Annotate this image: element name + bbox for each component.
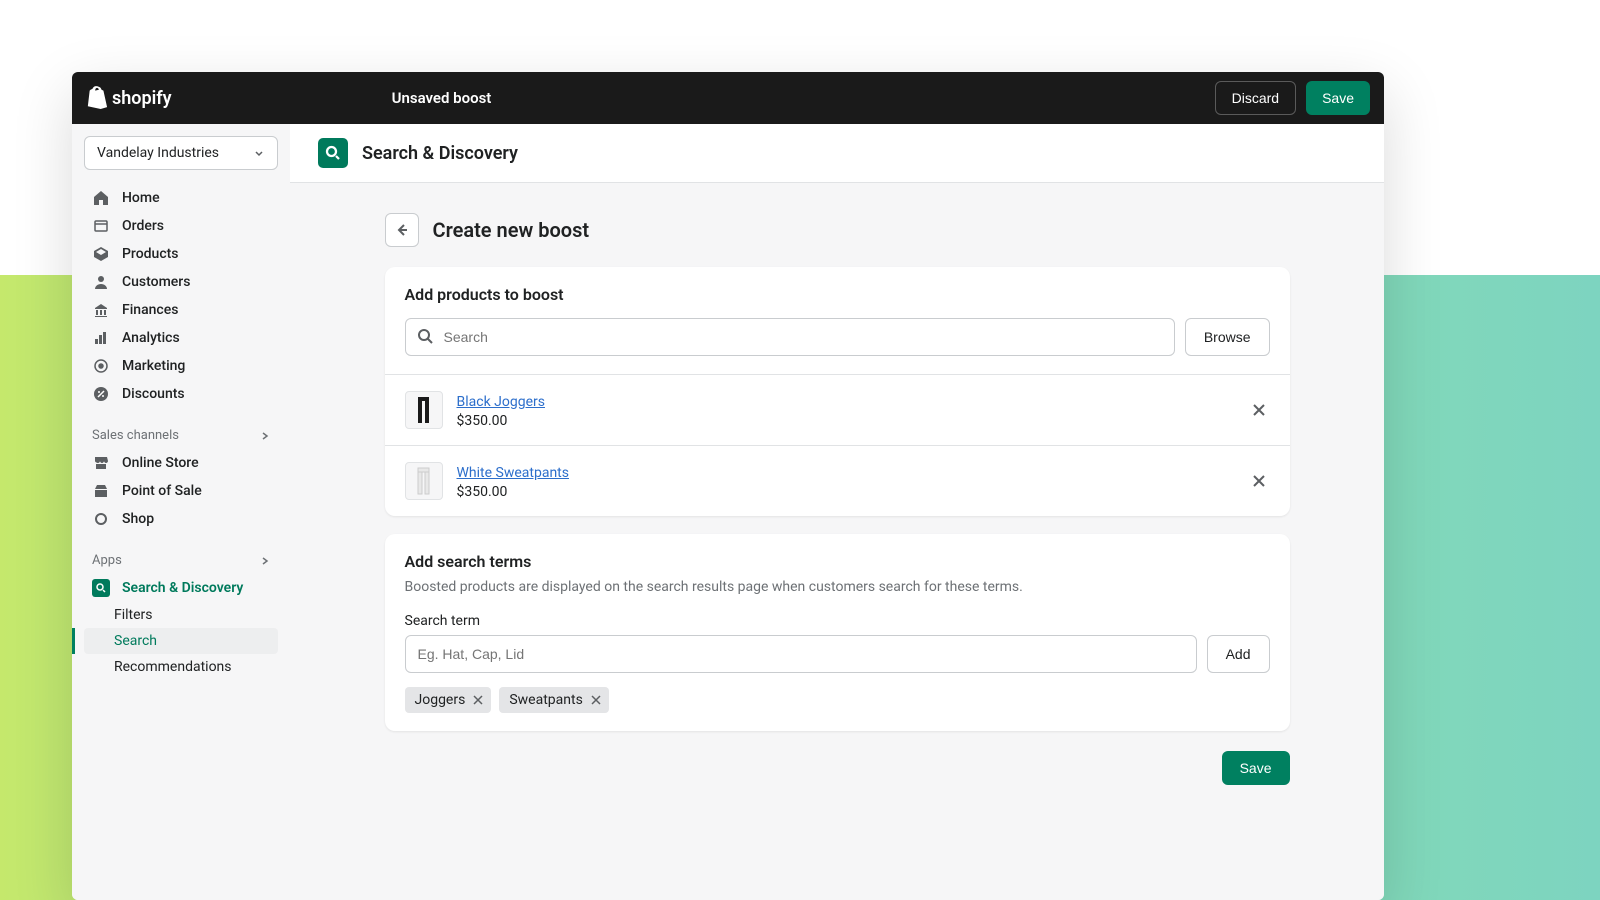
sidebar-item-shop[interactable]: Shop (84, 505, 278, 533)
topbar-title: Unsaved boost (392, 89, 492, 107)
save-button-footer[interactable]: Save (1222, 751, 1290, 785)
remove-tag-button[interactable] (473, 695, 483, 705)
sales-channels-header[interactable]: Sales channels (84, 420, 278, 449)
tag-label: Sweatpants (509, 692, 582, 708)
boost-card-title: Add products to boost (405, 285, 1270, 304)
product-row: White Sweatpants $350.00 (385, 445, 1290, 516)
remove-product-button[interactable] (1248, 470, 1270, 492)
page-header: Search & Discovery (290, 124, 1384, 183)
sidebar-item-customers[interactable]: Customers (84, 268, 278, 296)
shopify-bag-icon (86, 86, 108, 110)
remove-tag-button[interactable] (591, 695, 601, 705)
sidebar-item-recommendations[interactable]: Recommendations (84, 654, 278, 680)
save-button-top[interactable]: Save (1306, 81, 1370, 115)
browse-button[interactable]: Browse (1185, 318, 1270, 356)
product-price: $350.00 (457, 413, 1234, 429)
arrow-left-icon (393, 221, 411, 239)
term-tag: Sweatpants (499, 687, 608, 713)
product-link[interactable]: Black Joggers (457, 394, 545, 410)
sidebar-item-home[interactable]: Home (84, 184, 278, 212)
discounts-icon (92, 385, 110, 403)
sidebar-item-orders[interactable]: Orders (84, 212, 278, 240)
terms-card-title: Add search terms (405, 552, 1270, 571)
chevron-down-icon (253, 147, 265, 159)
main-content: Search & Discovery Create new boost Add … (290, 124, 1384, 900)
sidebar-item-search-discovery[interactable]: Search & Discovery (84, 574, 278, 602)
home-icon (92, 189, 110, 207)
sidebar-item-discounts[interactable]: Discounts (84, 380, 278, 408)
search-icon (417, 328, 435, 346)
product-thumbnail (405, 462, 443, 500)
store-name: Vandelay Industries (97, 145, 219, 161)
search-term-input[interactable] (405, 635, 1197, 673)
analytics-icon (92, 329, 110, 347)
terms-helper-text: Boosted products are displayed on the se… (405, 579, 1270, 595)
chevron-right-icon (260, 556, 270, 566)
discard-button[interactable]: Discard (1215, 81, 1296, 115)
marketing-icon (92, 357, 110, 375)
product-row: Black Joggers $350.00 (385, 374, 1290, 445)
sidebar-item-online-store[interactable]: Online Store (84, 449, 278, 477)
sidebar-item-pos[interactable]: Point of Sale (84, 477, 278, 505)
store-icon (92, 454, 110, 472)
app-window: shopify Unsaved boost Discard Save Vande… (72, 72, 1384, 900)
topbar: shopify Unsaved boost Discard Save (72, 72, 1384, 124)
sidebar-item-marketing[interactable]: Marketing (84, 352, 278, 380)
sidebar-item-search[interactable]: Search (84, 628, 278, 654)
add-term-button[interactable]: Add (1207, 635, 1270, 673)
search-terms-card: Add search terms Boosted products are di… (385, 534, 1290, 731)
search-term-label: Search term (405, 613, 1270, 629)
sidebar-item-finances[interactable]: Finances (84, 296, 278, 324)
finances-icon (92, 301, 110, 319)
sidebar-item-products[interactable]: Products (84, 240, 278, 268)
product-price: $350.00 (457, 484, 1234, 500)
customers-icon (92, 273, 110, 291)
search-discovery-icon (92, 579, 110, 597)
remove-product-button[interactable] (1248, 399, 1270, 421)
tag-label: Joggers (415, 692, 466, 708)
shop-icon (92, 510, 110, 528)
boost-products-card: Add products to boost Browse (385, 267, 1290, 516)
search-discovery-icon (318, 138, 348, 168)
term-tag: Joggers (405, 687, 492, 713)
orders-icon (92, 217, 110, 235)
chevron-right-icon (260, 431, 270, 441)
brand-text: shopify (112, 88, 172, 109)
product-link[interactable]: White Sweatpants (457, 465, 569, 481)
shopify-logo: shopify (86, 86, 172, 110)
sidebar: Vandelay Industries Home Orders Products… (72, 124, 290, 900)
page-title: Create new boost (433, 218, 590, 242)
store-selector[interactable]: Vandelay Industries (84, 136, 278, 170)
back-button[interactable] (385, 213, 419, 247)
product-search-input[interactable] (405, 318, 1175, 356)
pos-icon (92, 482, 110, 500)
sidebar-item-analytics[interactable]: Analytics (84, 324, 278, 352)
product-thumbnail (405, 391, 443, 429)
page-header-title: Search & Discovery (362, 143, 518, 164)
apps-header[interactable]: Apps (84, 545, 278, 574)
products-icon (92, 245, 110, 263)
sidebar-item-filters[interactable]: Filters (84, 602, 278, 628)
